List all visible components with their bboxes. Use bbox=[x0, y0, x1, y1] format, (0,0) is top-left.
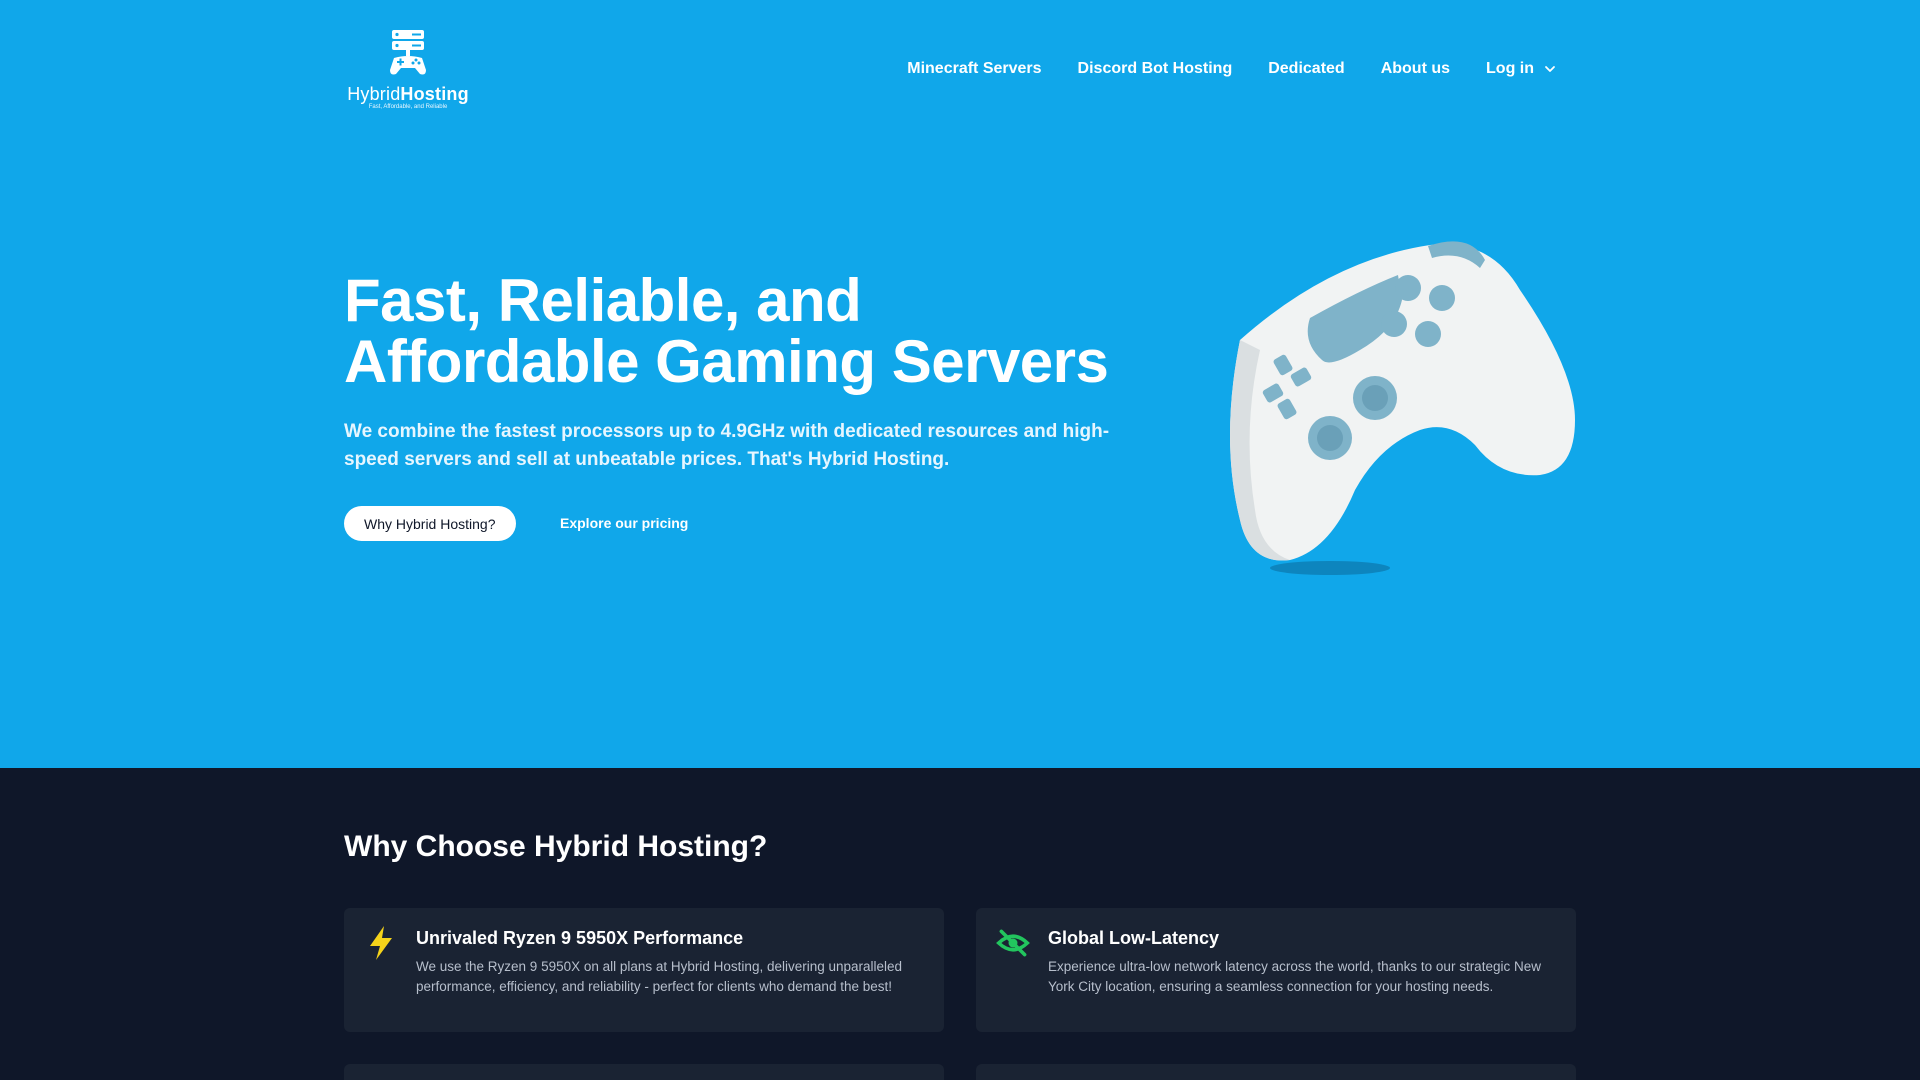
nav-about-us[interactable]: About us bbox=[1381, 60, 1450, 78]
feature-card-text: We use the Ryzen 9 5950X on all plans at… bbox=[416, 959, 903, 994]
feature-card-title: Unrivaled Ryzen 9 5950X Performance bbox=[416, 928, 744, 948]
feature-card bbox=[344, 1064, 944, 1080]
nav-log-in-label: Log in bbox=[1486, 60, 1534, 77]
lightning-bolt-icon bbox=[370, 926, 392, 960]
brand-name-part2: Hosting bbox=[400, 84, 469, 104]
nav-dedicated[interactable]: Dedicated bbox=[1268, 60, 1344, 78]
brand-logo[interactable]: HybridHosting Fast, Affordable, and Reli… bbox=[342, 28, 474, 114]
explore-pricing-link[interactable]: Explore our pricing bbox=[560, 515, 688, 531]
eye-off-icon bbox=[996, 929, 1030, 957]
brand-name: HybridHosting bbox=[342, 84, 474, 105]
feature-card bbox=[976, 1064, 1576, 1080]
hero-subtitle: We combine the fastest processors up to … bbox=[344, 421, 1110, 470]
feature-card: Global Low-Latency Experience ultra-low … bbox=[976, 908, 1576, 1032]
hero-title-line2: Affordable Gaming Servers bbox=[344, 328, 1109, 395]
nav-minecraft-servers[interactable]: Minecraft Servers bbox=[907, 60, 1041, 78]
nav-log-in[interactable]: Log in bbox=[1486, 60, 1556, 78]
hero-title: Fast, Reliable, and Affordable Gaming Se… bbox=[344, 270, 1144, 392]
brand-tagline: Fast, Affordable, and Reliable bbox=[368, 104, 448, 110]
feature-card-title: Global Low-Latency bbox=[1048, 928, 1220, 948]
hero-title-line1: Fast, Reliable, and bbox=[344, 267, 862, 334]
main-nav: Minecraft Servers Discord Bot Hosting De… bbox=[907, 60, 1556, 78]
game-controller-illustration bbox=[1230, 241, 1575, 575]
chevron-down-icon bbox=[1545, 66, 1555, 72]
features-title: Why Choose Hybrid Hosting? bbox=[344, 830, 768, 863]
server-controller-logo-icon bbox=[390, 30, 426, 75]
hero-section: HybridHosting Fast, Affordable, and Reli… bbox=[0, 0, 1920, 768]
feature-card-text: Experience ultra-low network latency acr… bbox=[1048, 959, 1541, 994]
nav-discord-bot-hosting[interactable]: Discord Bot Hosting bbox=[1078, 60, 1233, 78]
feature-card: Unrivaled Ryzen 9 5950X Performance We u… bbox=[344, 908, 944, 1032]
why-hybrid-hosting-button[interactable]: Why Hybrid Hosting? bbox=[344, 506, 516, 541]
brand-name-part1: Hybrid bbox=[347, 84, 401, 104]
